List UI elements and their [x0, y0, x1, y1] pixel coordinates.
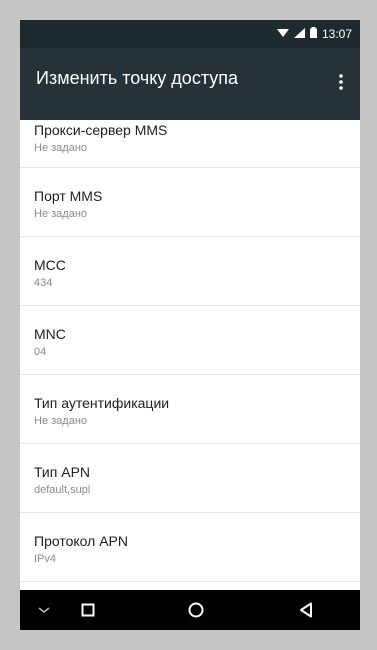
back-icon[interactable] — [284, 590, 328, 630]
hide-keyboard-icon[interactable] — [22, 590, 66, 630]
page-title: Изменить точку доступа — [36, 68, 239, 88]
item-value: 04 — [34, 346, 47, 358]
item-title: MNC — [34, 326, 66, 342]
list-item-mnc[interactable]: MNC 04 — [20, 306, 360, 375]
item-title: MCC — [34, 257, 66, 273]
wifi-icon — [276, 27, 289, 41]
item-value: IPv4 — [34, 553, 57, 565]
item-value: Не задано — [34, 415, 88, 427]
item-title: Тип APN — [34, 464, 91, 480]
list-item-apn-type[interactable]: Тип APN default,supl — [20, 444, 360, 513]
home-icon[interactable] — [174, 590, 218, 630]
item-value: Не задано — [34, 142, 88, 154]
item-title: Порт MMS — [34, 188, 103, 204]
list-item-mms-proxy[interactable]: Прокси-сервер MMS Не задано — [20, 120, 360, 168]
battery-icon — [309, 27, 317, 41]
item-title: Тип аутентификации — [34, 395, 170, 411]
status-icons: 13:07 — [276, 20, 352, 48]
item-value: Не задано — [34, 208, 88, 220]
app-bar: Изменить точку доступа — [20, 48, 360, 120]
settings-list: Прокси-сервер MMS Не задано Порт MMS Не … — [20, 120, 360, 590]
status-bar: 13:07 — [20, 20, 360, 48]
navigation-bar — [20, 590, 360, 630]
device-frame: 13:07 Изменить точку доступа Прокси-серв… — [0, 0, 377, 650]
clock: 13:07 — [321, 27, 352, 41]
item-title: Прокси-сервер MMS — [34, 122, 168, 138]
list-item-mms-port[interactable]: Порт MMS Не задано — [20, 168, 360, 237]
item-value: default,supl — [34, 484, 91, 496]
item-title: Протокол APN — [34, 533, 128, 549]
list-item-apn-protocol[interactable]: Протокол APN IPv4 — [20, 513, 360, 582]
list-item-auth-type[interactable]: Тип аутентификации Не задано — [20, 375, 360, 444]
signal-icon — [293, 27, 305, 41]
recent-apps-icon[interactable] — [66, 590, 110, 630]
screen: 13:07 Изменить точку доступа Прокси-серв… — [20, 20, 360, 630]
item-value: 434 — [34, 277, 53, 289]
more-vert-icon[interactable] — [326, 62, 356, 102]
list-item-mcc[interactable]: MCC 434 — [20, 237, 360, 306]
